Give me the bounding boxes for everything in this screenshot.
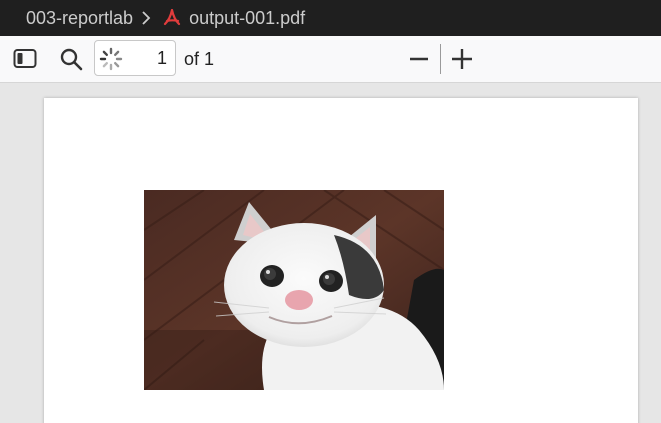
sidebar-toggle-icon	[13, 49, 37, 68]
pdf-file-icon	[163, 9, 181, 27]
find-button[interactable]	[56, 44, 86, 74]
chevron-right-icon	[141, 10, 151, 26]
minus-icon	[410, 57, 428, 61]
cat-photo	[144, 190, 444, 390]
zoom-separator	[440, 44, 441, 74]
plus-icon	[452, 49, 472, 69]
breadcrumb-file[interactable]: output-001.pdf	[189, 8, 305, 29]
sidebar-toggle-button[interactable]	[10, 44, 40, 74]
page-count-label: of 1	[184, 49, 215, 69]
pdf-page	[44, 98, 638, 423]
pdf-toolbar: of 1	[0, 36, 661, 83]
zoom-out-button[interactable]	[404, 44, 434, 74]
zoom-in-button[interactable]	[447, 44, 477, 74]
page-number-box[interactable]	[94, 40, 176, 76]
search-icon	[60, 48, 83, 71]
document-viewer[interactable]	[0, 83, 661, 423]
page-number-input[interactable]	[125, 41, 167, 75]
title-bar: 003-reportlab output-001.pdf	[0, 0, 661, 36]
spinner-icon	[99, 47, 123, 71]
breadcrumb-folder[interactable]: 003-reportlab	[26, 8, 133, 29]
